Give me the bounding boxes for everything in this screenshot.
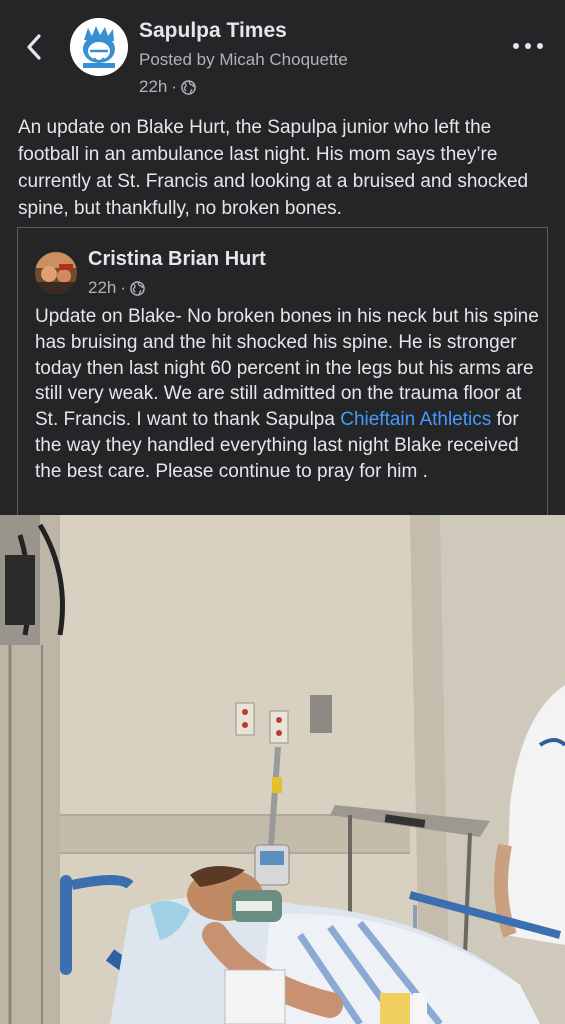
globe-icon — [181, 79, 196, 95]
post-body-text: An update on Blake Hurt, the Sapulpa jun… — [18, 117, 529, 219]
shared-post-meta: 22h · — [88, 278, 145, 298]
page-name[interactable]: Sapulpa Times — [139, 19, 287, 43]
shared-author-name[interactable]: Cristina Brian Hurt — [88, 248, 266, 271]
more-options-button[interactable] — [513, 36, 543, 56]
shared-post-text: Update on Blake- No broken bones in his … — [35, 304, 540, 485]
chieftain-athletics-link[interactable]: Chieftain Athletics — [340, 409, 491, 430]
back-button[interactable] — [20, 30, 48, 64]
globe-icon — [130, 280, 145, 296]
profile-photo-icon — [35, 252, 77, 294]
meta-separator: · — [120, 278, 127, 297]
post-time[interactable]: 22h — [139, 77, 167, 97]
more-horizontal-icon — [513, 43, 519, 49]
posted-by-label: Posted by Micah Choquette — [139, 50, 348, 69]
shared-author-avatar[interactable] — [35, 252, 77, 294]
hospital-photo-image — [0, 515, 565, 1024]
mascot-logo-icon — [70, 18, 128, 76]
shared-post-time[interactable]: 22h — [88, 278, 116, 298]
shared-post[interactable]: Cristina Brian Hurt 22h · Update on Blak… — [17, 227, 548, 517]
meta-separator: · — [171, 77, 178, 96]
page-avatar[interactable] — [70, 18, 128, 76]
chevron-left-icon — [27, 34, 41, 60]
post-meta: 22h · — [139, 77, 196, 97]
post-photo[interactable] — [0, 515, 565, 1024]
post-header: Sapulpa Times Posted by Micah Choquette … — [0, 0, 565, 106]
